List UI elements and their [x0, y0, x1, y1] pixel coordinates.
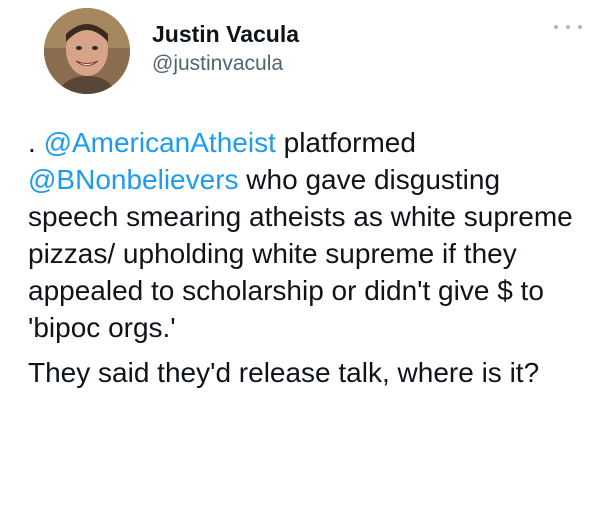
more-icon[interactable] — [554, 22, 582, 32]
tweet-text-segment: platformed — [275, 127, 416, 158]
mention-bnonbelievers[interactable]: @BNonbelievers — [28, 164, 239, 195]
author-name[interactable]: Justin Vacula — [152, 20, 299, 48]
more-dot — [554, 25, 558, 29]
tweet-header: Justin Vacula @justinvacula — [28, 8, 588, 98]
user-info[interactable]: Justin Vacula @justinvacula — [152, 20, 299, 78]
author-handle[interactable]: @justinvacula — [152, 50, 299, 78]
more-dot — [566, 25, 570, 29]
tweet-paragraph-1: . @AmericanAtheist platformed @BNonbelie… — [28, 124, 593, 346]
tweet-text: . @AmericanAtheist platformed @BNonbelie… — [28, 124, 593, 391]
mention-american-atheist[interactable]: @AmericanAtheist — [44, 127, 276, 158]
tweet-prefix: . — [28, 127, 44, 158]
avatar-photo — [44, 8, 130, 94]
more-dot — [578, 25, 582, 29]
avatar[interactable] — [44, 8, 130, 94]
tweet-paragraph-2: They said they'd release talk, where is … — [28, 357, 540, 388]
